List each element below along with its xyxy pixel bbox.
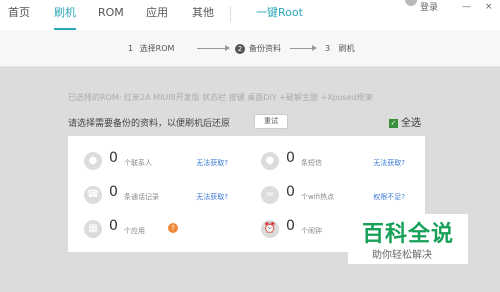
step-2-label: 备份资料 — [249, 44, 281, 53]
step-1: 1 选择ROM — [128, 43, 174, 54]
backup-item-apps[interactable]: ▦ 0 个应用 ? — [68, 214, 236, 244]
nav-flash[interactable]: 刷机 — [54, 0, 76, 30]
close-button[interactable]: × — [485, 2, 493, 12]
nav-other[interactable]: 其他 — [192, 0, 214, 30]
step-indicator: 1 选择ROM 2 备份资料 3 刷机 — [0, 30, 500, 67]
login-link[interactable]: 登录 — [420, 0, 438, 13]
contacts-icon: ● — [84, 152, 102, 170]
nav-rom[interactable]: ROM — [98, 0, 124, 30]
call-log-label: 条通话记录 — [124, 193, 159, 201]
watermark: 百科全说 助你轻松解决 — [348, 214, 468, 264]
retry-button[interactable]: 重试 — [254, 114, 288, 129]
selected-rom-text: 已选择的ROM: 红米2A MIUI8开发版 状态栏 按键 桌面DIY +破解主… — [68, 93, 373, 102]
step-1-number: 1 — [128, 44, 134, 53]
apps-icon: ▦ — [84, 220, 102, 238]
avatar[interactable] — [405, 0, 417, 6]
backup-item-call-log[interactable]: ☎ 0 条通话记录 无法获取? — [68, 180, 236, 210]
warning-icon[interactable]: ? — [168, 223, 178, 233]
backup-item-sms[interactable]: ● 0 条短信 无法获取? — [245, 146, 413, 176]
backup-item-wifi[interactable]: ≈ 0 个wifi热点 权限不足? — [245, 180, 413, 210]
alarm-count: 0 — [286, 218, 295, 234]
contacts-unavailable-link[interactable]: 无法获取? — [196, 158, 228, 168]
step-2: 2 备份资料 — [235, 43, 281, 54]
contacts-count: 0 — [109, 150, 118, 166]
watermark-title: 百科全说 — [362, 222, 455, 247]
sms-icon: ● — [261, 152, 279, 170]
alarm-label: 个闹钟 — [301, 227, 322, 235]
sms-count: 0 — [286, 150, 295, 166]
step-3-label: 刷机 — [338, 44, 355, 53]
step-3: 3 刷机 — [325, 43, 355, 54]
step-2-number: 2 — [235, 44, 245, 54]
minimize-button[interactable]: — — [462, 2, 471, 12]
sms-unavailable-link[interactable]: 无法获取? — [373, 158, 405, 168]
apps-count: 0 — [109, 218, 118, 234]
nav-one-click-root[interactable]: 一键Root — [256, 0, 303, 30]
backup-instruction: 请选择需要备份的资料，以便刷机后还原 — [68, 119, 231, 129]
apps-label: 个应用 — [124, 227, 145, 235]
sms-label: 条短信 — [301, 159, 322, 167]
call-log-unavailable-link[interactable]: 无法获取? — [196, 192, 228, 202]
alarm-icon: ⏰ — [261, 220, 279, 238]
wifi-label: 个wifi热点 — [301, 193, 335, 201]
step-3-number: 3 — [325, 44, 331, 53]
nav-home[interactable]: 首页 — [8, 0, 30, 30]
top-nav-bar: 首页 刷机 ROM 应用 其他 一键Root 登录 — × — [0, 0, 500, 31]
checkmark-icon: ✓ — [389, 118, 398, 128]
nav-apps[interactable]: 应用 — [146, 0, 168, 30]
call-log-icon: ☎ — [84, 186, 102, 204]
wifi-count: 0 — [286, 184, 295, 200]
contacts-label: 个联系人 — [124, 159, 152, 167]
watermark-subtitle: 助你轻松解决 — [372, 250, 432, 261]
wifi-permission-link[interactable]: 权限不足? — [373, 192, 405, 202]
nav-divider — [230, 6, 231, 22]
step-arrow-1 — [197, 45, 230, 51]
select-all-label: 全选 — [401, 118, 421, 129]
wifi-icon: ≈ — [261, 186, 279, 204]
call-log-count: 0 — [109, 184, 118, 200]
step-arrow-2 — [290, 45, 317, 51]
step-1-label: 选择ROM — [139, 44, 175, 53]
select-all-checkbox[interactable]: ✓ 全选 — [389, 114, 421, 129]
backup-item-contacts[interactable]: ● 0 个联系人 无法获取? — [68, 146, 236, 176]
